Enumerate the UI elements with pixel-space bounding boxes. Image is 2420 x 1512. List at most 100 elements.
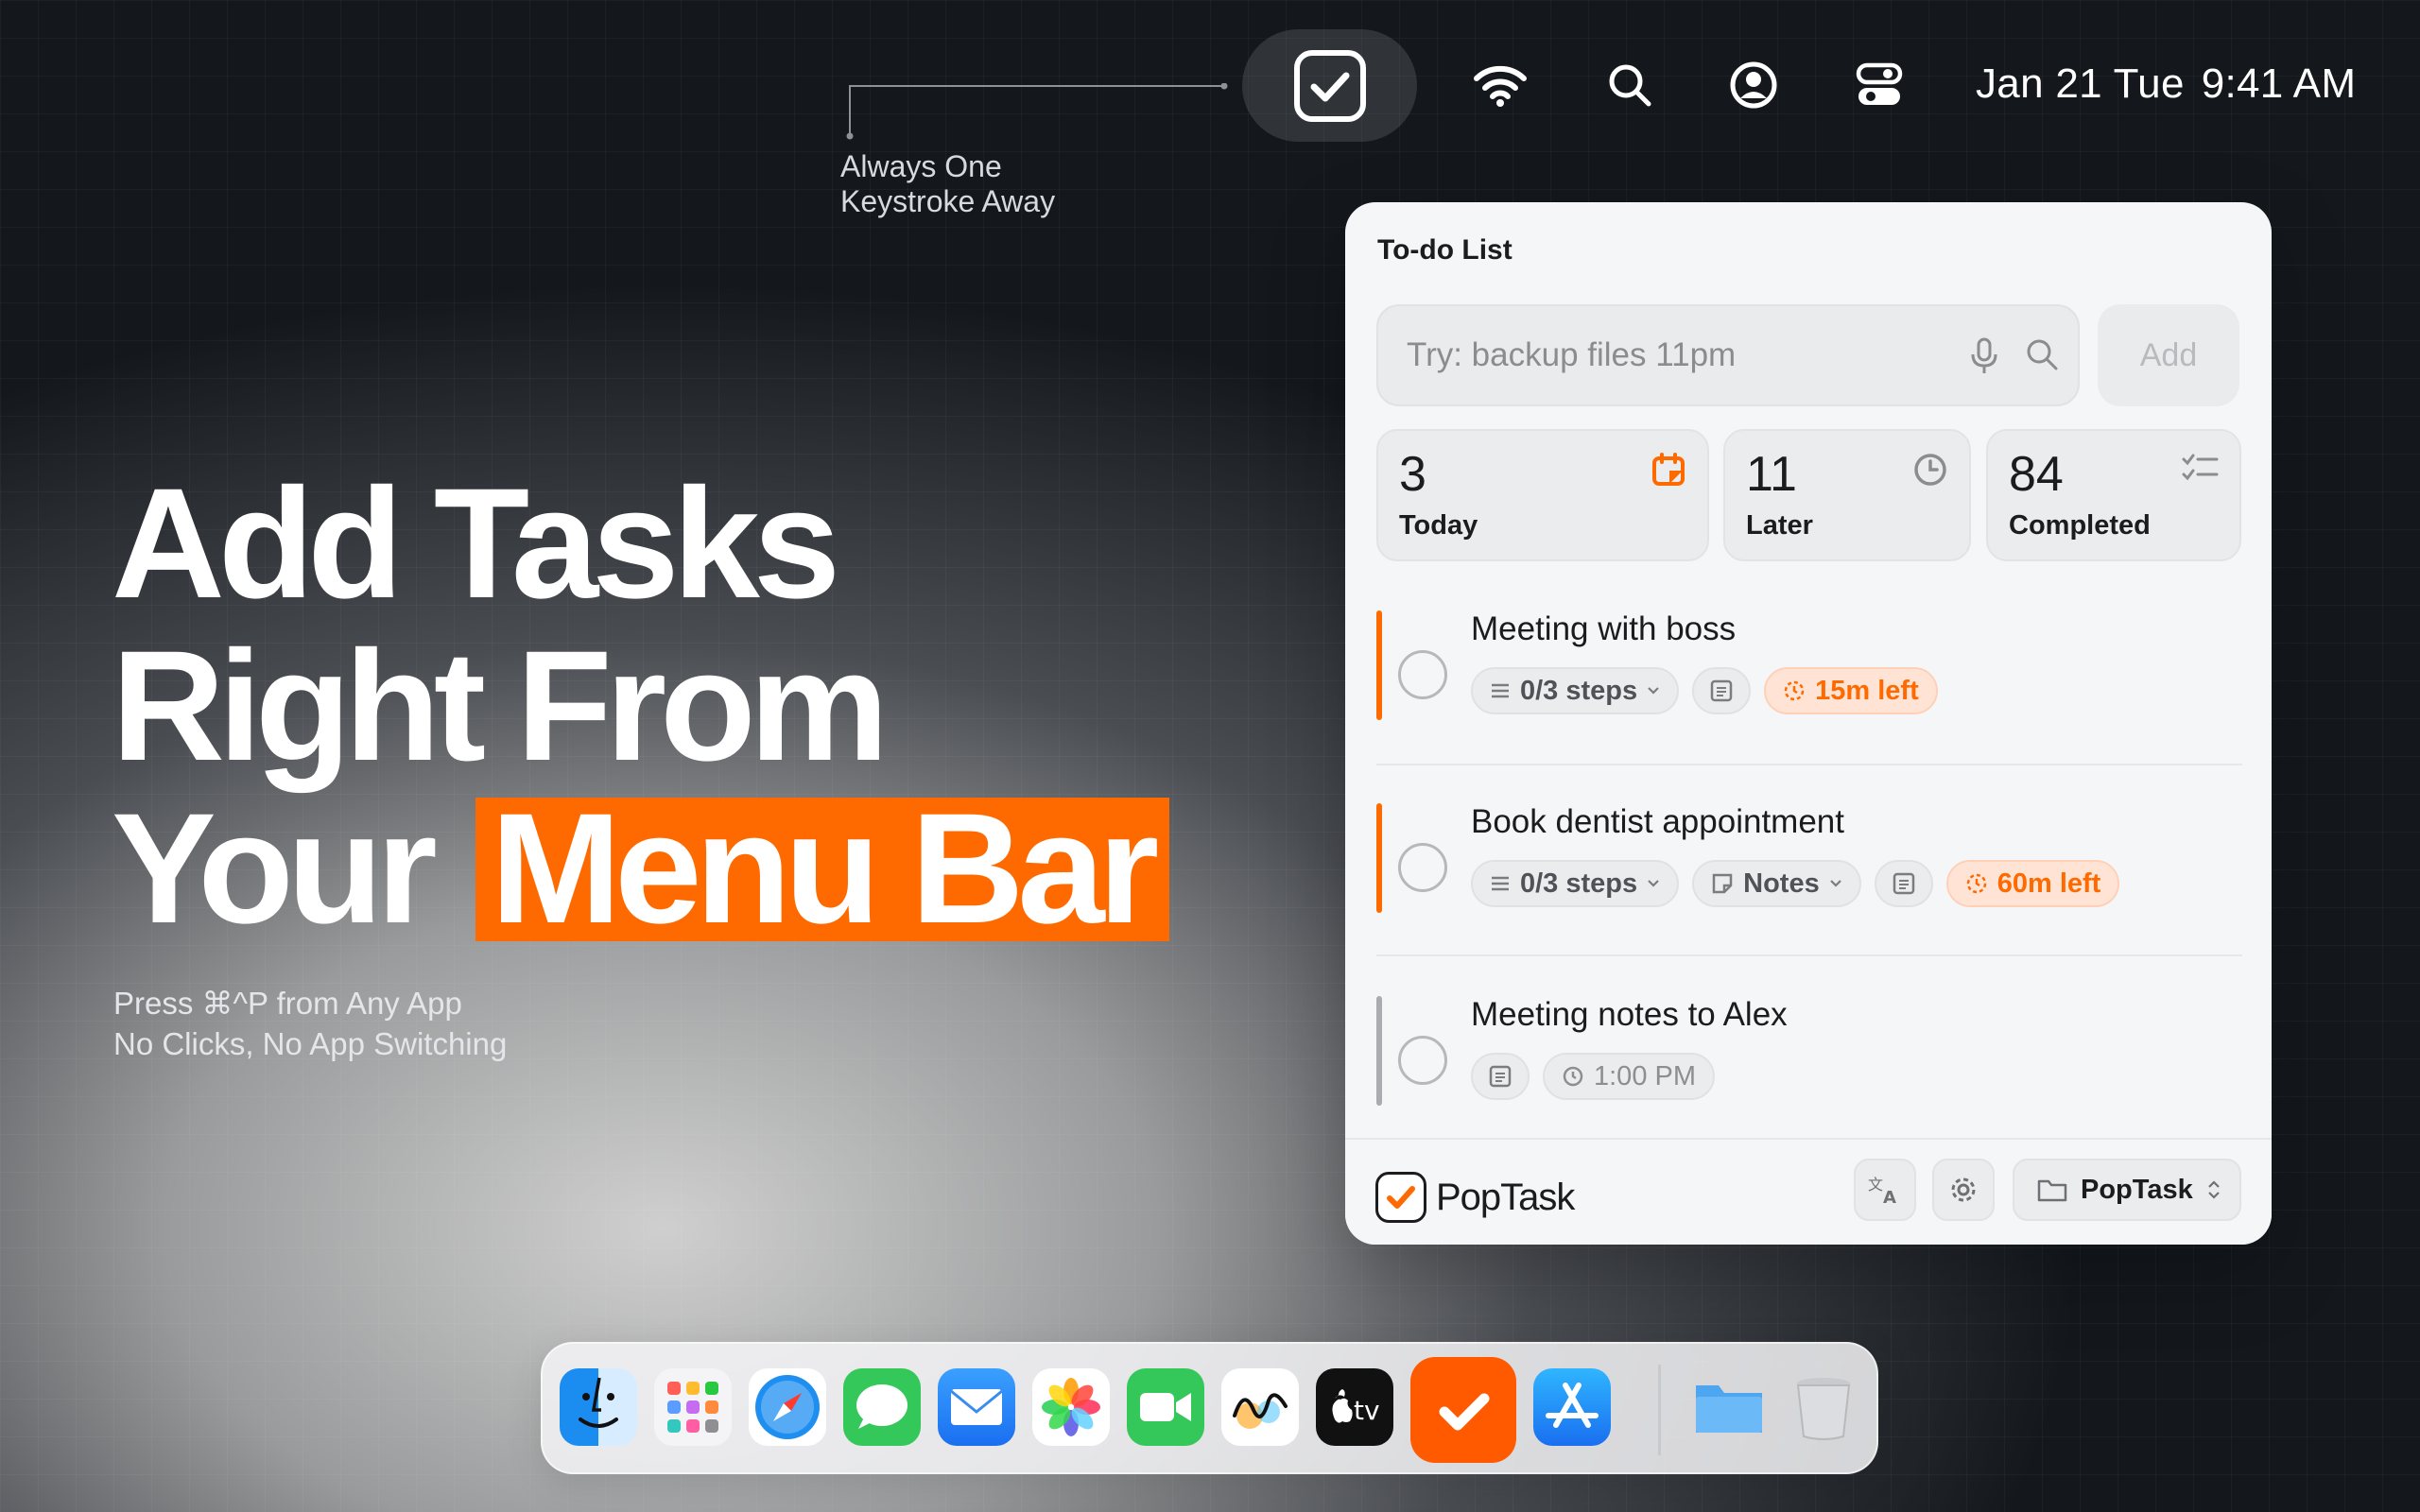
control-center-icon[interactable] xyxy=(1851,57,1908,113)
hero-sub-2: No Clicks, No App Switching xyxy=(113,1026,508,1061)
stat-later-value: 11 xyxy=(1746,447,1797,502)
task-input-box xyxy=(1376,304,2080,406)
task-checkbox[interactable] xyxy=(1398,650,1447,699)
notes-chip[interactable]: Notes xyxy=(1692,860,1861,907)
poptask-menubar-button[interactable] xyxy=(1242,29,1417,142)
time-left-chip[interactable]: 60m left xyxy=(1945,860,2120,907)
task-title: Book dentist appointment xyxy=(1471,803,1844,840)
folder-icon xyxy=(2037,1177,2067,1202)
facetime-icon[interactable] xyxy=(1127,1368,1204,1446)
time-left-label: 15m left xyxy=(1815,675,1919,706)
apple-tv-icon[interactable]: tv xyxy=(1316,1368,1393,1446)
steps-chip[interactable]: 0/3 steps xyxy=(1471,667,1680,714)
add-button[interactable]: Add xyxy=(2098,304,2239,406)
panel-footer: PopTask 文A PopTask xyxy=(1345,1138,2272,1245)
clock-icon xyxy=(1912,452,1948,488)
steps-label: 0/3 steps xyxy=(1520,675,1638,706)
finder-icon[interactable] xyxy=(560,1368,637,1446)
note-chip[interactable] xyxy=(1874,860,1933,907)
clock-icon xyxy=(1562,1065,1584,1088)
note-icon xyxy=(1892,871,1916,896)
stat-later-label: Later xyxy=(1746,510,1813,541)
steps-chip[interactable]: 0/3 steps xyxy=(1471,860,1680,907)
chevron-down-icon xyxy=(1647,686,1660,696)
task-chips: 1:00 PM xyxy=(1471,1053,1715,1100)
user-icon[interactable] xyxy=(1725,57,1782,113)
menubar-date: Jan 21 Tue xyxy=(1976,60,2185,107)
search-icon[interactable] xyxy=(2025,337,2059,371)
apple-tv-label: tv xyxy=(1354,1395,1380,1426)
divider xyxy=(1376,954,2242,956)
note-icon xyxy=(1709,679,1734,703)
calendar-icon xyxy=(1651,452,1686,488)
time-left-label: 60m left xyxy=(1996,868,2101,899)
trash-icon[interactable] xyxy=(1785,1368,1862,1446)
notes-label: Notes xyxy=(1743,868,1820,899)
timer-icon xyxy=(1965,872,1988,895)
task-input[interactable] xyxy=(1407,306,1936,404)
chevron-updown-icon xyxy=(2206,1177,2221,1202)
menubar-time: 9:41 AM xyxy=(2201,60,2357,107)
mail-icon[interactable] xyxy=(938,1368,1015,1446)
due-time-chip[interactable]: 1:00 PM xyxy=(1543,1053,1715,1100)
task-chips: 0/3 steps Notes 60m left xyxy=(1471,860,2120,907)
priority-bar xyxy=(1376,996,1382,1106)
messages-icon[interactable] xyxy=(843,1368,921,1446)
hero-line-3: Your Menu Bar xyxy=(112,788,1170,951)
launchpad-icon[interactable] xyxy=(654,1368,732,1446)
folder-icon[interactable] xyxy=(1690,1368,1768,1446)
task-checkbox[interactable] xyxy=(1398,1036,1447,1085)
dock: tv xyxy=(541,1342,1878,1474)
chevron-down-icon xyxy=(1647,879,1660,888)
app-store-icon[interactable] xyxy=(1533,1368,1611,1446)
chevron-down-icon xyxy=(1829,879,1842,888)
hero-line-3-plain: Your xyxy=(112,782,438,956)
task-chips: 0/3 steps 15m left xyxy=(1471,667,1938,714)
project-label: PopTask xyxy=(2081,1174,2193,1205)
task-title: Meeting with boss xyxy=(1471,610,1737,647)
search-icon[interactable] xyxy=(1601,57,1658,113)
photos-icon[interactable] xyxy=(1032,1368,1110,1446)
task-checkbox[interactable] xyxy=(1398,843,1447,892)
stat-today-value: 3 xyxy=(1399,447,1426,502)
stat-today[interactable]: 3 Today xyxy=(1376,429,1709,561)
panel-title: To-do List xyxy=(1377,234,1512,266)
svg-text:文: 文 xyxy=(1868,1176,1883,1194)
microphone-icon[interactable] xyxy=(1968,337,2000,375)
task-item[interactable]: Book dentist appointment 0/3 steps Notes… xyxy=(1376,803,2242,913)
stat-later[interactable]: 11 Later xyxy=(1723,429,1971,561)
brand-name: PopTask xyxy=(1436,1176,1575,1218)
task-title: Meeting notes to Alex xyxy=(1471,996,1788,1033)
menubar-clock[interactable]: Jan 21 Tue 9:41 AM xyxy=(1976,60,2356,108)
settings-button[interactable] xyxy=(1932,1159,1995,1221)
callout-line-2: Keystroke Away xyxy=(840,184,1056,218)
callout-text: Always One Keystroke Away xyxy=(840,149,1055,219)
wifi-icon[interactable] xyxy=(1472,57,1529,113)
hero-subtext: Press ⌘^P from Any App No Clicks, No App… xyxy=(113,983,507,1064)
safari-icon[interactable] xyxy=(749,1368,826,1446)
poptask-icon[interactable] xyxy=(1410,1357,1516,1463)
note-icon xyxy=(1488,1064,1512,1089)
task-item[interactable]: Meeting notes to Alex 1:00 PM xyxy=(1376,996,2242,1106)
hero-line-1: Add Tasks xyxy=(112,456,840,631)
note-chip[interactable] xyxy=(1471,1053,1530,1100)
priority-bar xyxy=(1376,803,1382,913)
translate-button[interactable]: 文A xyxy=(1854,1159,1916,1221)
stat-completed[interactable]: 84 Completed xyxy=(1986,429,2241,561)
note-chip[interactable] xyxy=(1692,667,1752,714)
translate-icon: 文A xyxy=(1866,1173,1904,1207)
priority-bar xyxy=(1376,610,1382,720)
poptask-check-icon xyxy=(1293,49,1367,123)
checklist-icon xyxy=(2181,452,2219,484)
dock-separator xyxy=(1658,1365,1661,1455)
task-item[interactable]: Meeting with boss 0/3 steps 15m left xyxy=(1376,610,2242,720)
timer-icon xyxy=(1783,679,1806,702)
due-time-label: 1:00 PM xyxy=(1594,1060,1696,1091)
callout-line-1: Always One xyxy=(840,149,1002,183)
freeform-icon[interactable] xyxy=(1221,1368,1299,1446)
list-icon xyxy=(1490,681,1511,700)
stat-completed-value: 84 xyxy=(2009,447,2064,502)
hero-highlight: Menu Bar xyxy=(475,791,1170,948)
project-selector[interactable]: PopTask xyxy=(2013,1159,2241,1221)
time-left-chip[interactable]: 15m left xyxy=(1764,667,1938,714)
